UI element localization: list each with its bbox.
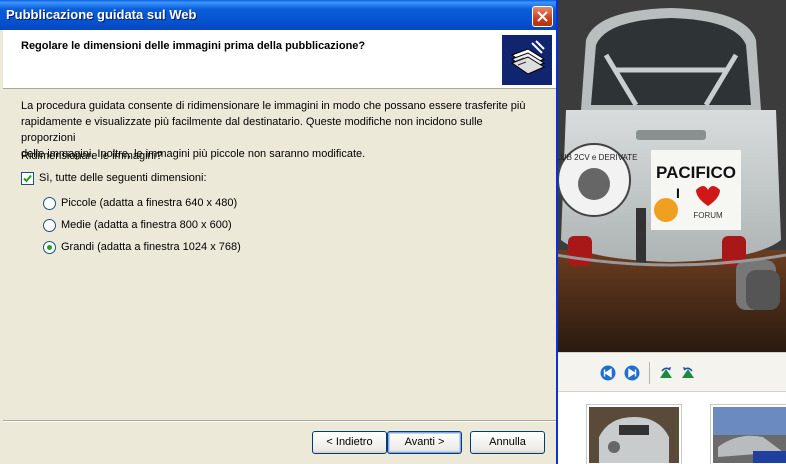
thumbnail[interactable] xyxy=(586,404,682,464)
wizard-content: La procedura guidata consente di ridimen… xyxy=(3,90,556,420)
page-title: Regolare le dimensioni delle immagini pr… xyxy=(21,40,366,52)
check-icon xyxy=(23,174,32,183)
resize-checkbox-label: Sì, tutte delle seguenti dimensioni: xyxy=(39,172,207,184)
club-sticker-text: CLUB 2CV e DERIVATE xyxy=(556,153,637,162)
pacifico-text: PACIFICO xyxy=(656,163,736,182)
wizard-header: Regolare le dimensioni delle immagini pr… xyxy=(3,30,556,89)
radio-selected-dot xyxy=(47,245,52,250)
close-icon xyxy=(537,11,548,22)
size-option-label: Grandi (adatta a finestra 1024 x 768) xyxy=(61,241,241,253)
title-bar[interactable]: Pubblicazione guidata sul Web xyxy=(0,0,556,30)
toolbar-separator xyxy=(649,362,650,384)
radio-button[interactable] xyxy=(43,197,56,210)
publishing-wizard-dialog: Pubblicazione guidata sul Web Regolare l… xyxy=(0,0,558,464)
publish-wizard-icon xyxy=(502,35,552,85)
size-option-label: Piccole (adatta a finestra 640 x 480) xyxy=(61,197,238,209)
forum-text: FORUM xyxy=(693,211,723,220)
thumbnail[interactable] xyxy=(710,404,786,464)
resize-checkbox[interactable] xyxy=(21,172,34,185)
rotate-counterclockwise-icon[interactable] xyxy=(680,365,696,381)
radio-button-selected[interactable] xyxy=(43,241,56,254)
back-button[interactable]: < Indietro xyxy=(312,431,387,454)
resize-question: Ridimensionare le immagini? xyxy=(21,150,163,162)
window-title: Pubblicazione guidata sul Web xyxy=(6,7,197,22)
radio-button[interactable] xyxy=(43,219,56,232)
preview-photo: CLUB 2CV e DERIVATE PACIFICO I FORUM xyxy=(556,0,786,352)
photo-viewer: CLUB 2CV e DERIVATE PACIFICO I FORUM xyxy=(556,0,786,464)
cancel-button[interactable]: Annulla xyxy=(470,431,545,454)
intro-line: La procedura guidata consente di ridimen… xyxy=(21,100,526,112)
footer-divider xyxy=(3,420,556,422)
rotate-clockwise-icon[interactable] xyxy=(658,365,674,381)
next-image-icon[interactable] xyxy=(624,365,640,381)
previous-image-icon[interactable] xyxy=(600,365,616,381)
size-option-label: Medie (adatta a finestra 800 x 600) xyxy=(61,219,232,231)
viewer-toolbar xyxy=(556,352,786,392)
filmstrip xyxy=(556,393,786,464)
close-button[interactable] xyxy=(532,6,553,27)
pacifico-i-text: I xyxy=(676,185,680,201)
next-button[interactable]: Avanti > xyxy=(387,431,462,454)
intro-line: rapidamente e visualizzate più facilment… xyxy=(21,116,483,144)
